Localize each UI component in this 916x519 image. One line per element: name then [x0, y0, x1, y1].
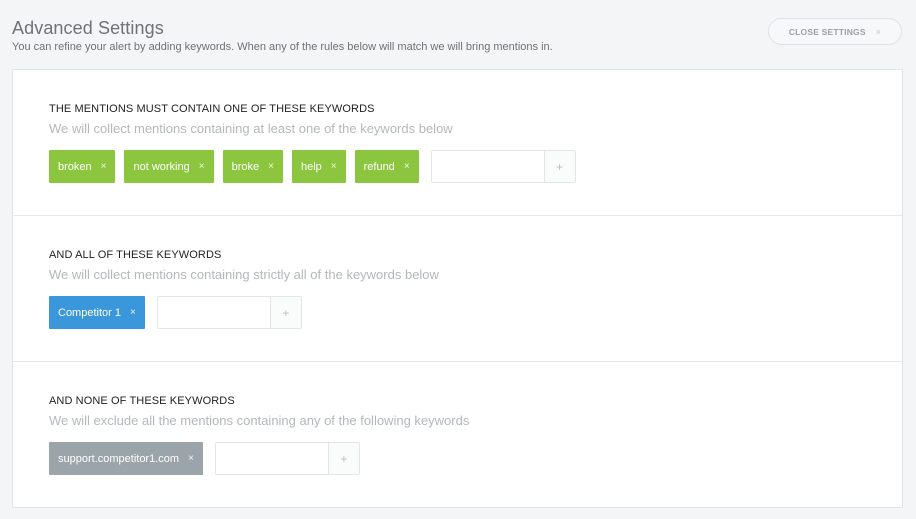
close-settings-button[interactable]: CLOSE SETTINGS ×: [768, 18, 902, 45]
remove-keyword-icon[interactable]: ×: [199, 161, 205, 172]
section-subtitle: We will exclude all the mentions contain…: [49, 413, 470, 428]
keyword-input[interactable]: [157, 297, 270, 328]
close-icon: ×: [875, 26, 882, 37]
section-subtitle: We will collect mentions containing at l…: [49, 121, 453, 136]
keyword-tag[interactable]: refund ×: [354, 150, 419, 183]
remove-keyword-icon[interactable]: ×: [331, 161, 337, 172]
settings-header: Advanced Settings You can refine your al…: [0, 0, 916, 70]
keyword-label: help: [300, 160, 322, 173]
section-all-of: AND ALL OF THESE KEYWORDS We will collec…: [13, 216, 902, 362]
keyword-list: Competitor 1 × +: [13, 296, 902, 329]
keyword-label: broke: [231, 160, 260, 173]
keyword-label: broken: [58, 160, 92, 173]
remove-keyword-icon[interactable]: ×: [188, 453, 194, 464]
keyword-label: support.competitor1.com: [58, 452, 180, 465]
keyword-input[interactable]: [215, 443, 328, 474]
add-keyword-button[interactable]: +: [543, 151, 575, 182]
remove-keyword-icon[interactable]: ×: [101, 161, 107, 172]
section-subtitle: We will collect mentions containing stri…: [49, 267, 439, 282]
keyword-tag[interactable]: not working ×: [124, 150, 214, 183]
keyword-list: support.competitor1.com × +: [13, 442, 902, 475]
section-title: AND NONE OF THESE KEYWORDS: [49, 395, 235, 407]
section-none-of: AND NONE OF THESE KEYWORDS We will exclu…: [13, 362, 902, 508]
keyword-adder: +: [156, 296, 302, 329]
add-keyword-button[interactable]: +: [269, 297, 301, 328]
keyword-tag[interactable]: help ×: [291, 150, 346, 183]
keyword-list: broken × not working × broke × help × re…: [13, 150, 902, 183]
section-must-contain: THE MENTIONS MUST CONTAIN ONE OF THESE K…: [13, 70, 902, 216]
keyword-label: refund: [363, 160, 395, 173]
keyword-label: Competitor 1: [58, 306, 121, 319]
keyword-tag[interactable]: broke ×: [222, 150, 283, 183]
remove-keyword-icon[interactable]: ×: [268, 161, 274, 172]
keyword-label: not working: [133, 160, 190, 173]
settings-panel: THE MENTIONS MUST CONTAIN ONE OF THESE K…: [12, 69, 903, 508]
add-keyword-button[interactable]: +: [327, 443, 359, 474]
keyword-adder: +: [430, 150, 576, 183]
close-settings-label: CLOSE SETTINGS: [788, 26, 866, 37]
keyword-adder: +: [214, 442, 360, 475]
remove-keyword-icon[interactable]: ×: [130, 307, 136, 318]
keyword-tag[interactable]: support.competitor1.com ×: [49, 442, 203, 475]
keyword-tag[interactable]: Competitor 1 ×: [49, 296, 145, 329]
remove-keyword-icon[interactable]: ×: [404, 161, 410, 172]
keyword-input[interactable]: [431, 151, 544, 182]
section-title: THE MENTIONS MUST CONTAIN ONE OF THESE K…: [49, 103, 375, 115]
keyword-tag[interactable]: broken ×: [49, 150, 116, 183]
section-title: AND ALL OF THESE KEYWORDS: [49, 249, 222, 261]
page-description: You can refine your alert by adding keyw…: [12, 41, 553, 53]
